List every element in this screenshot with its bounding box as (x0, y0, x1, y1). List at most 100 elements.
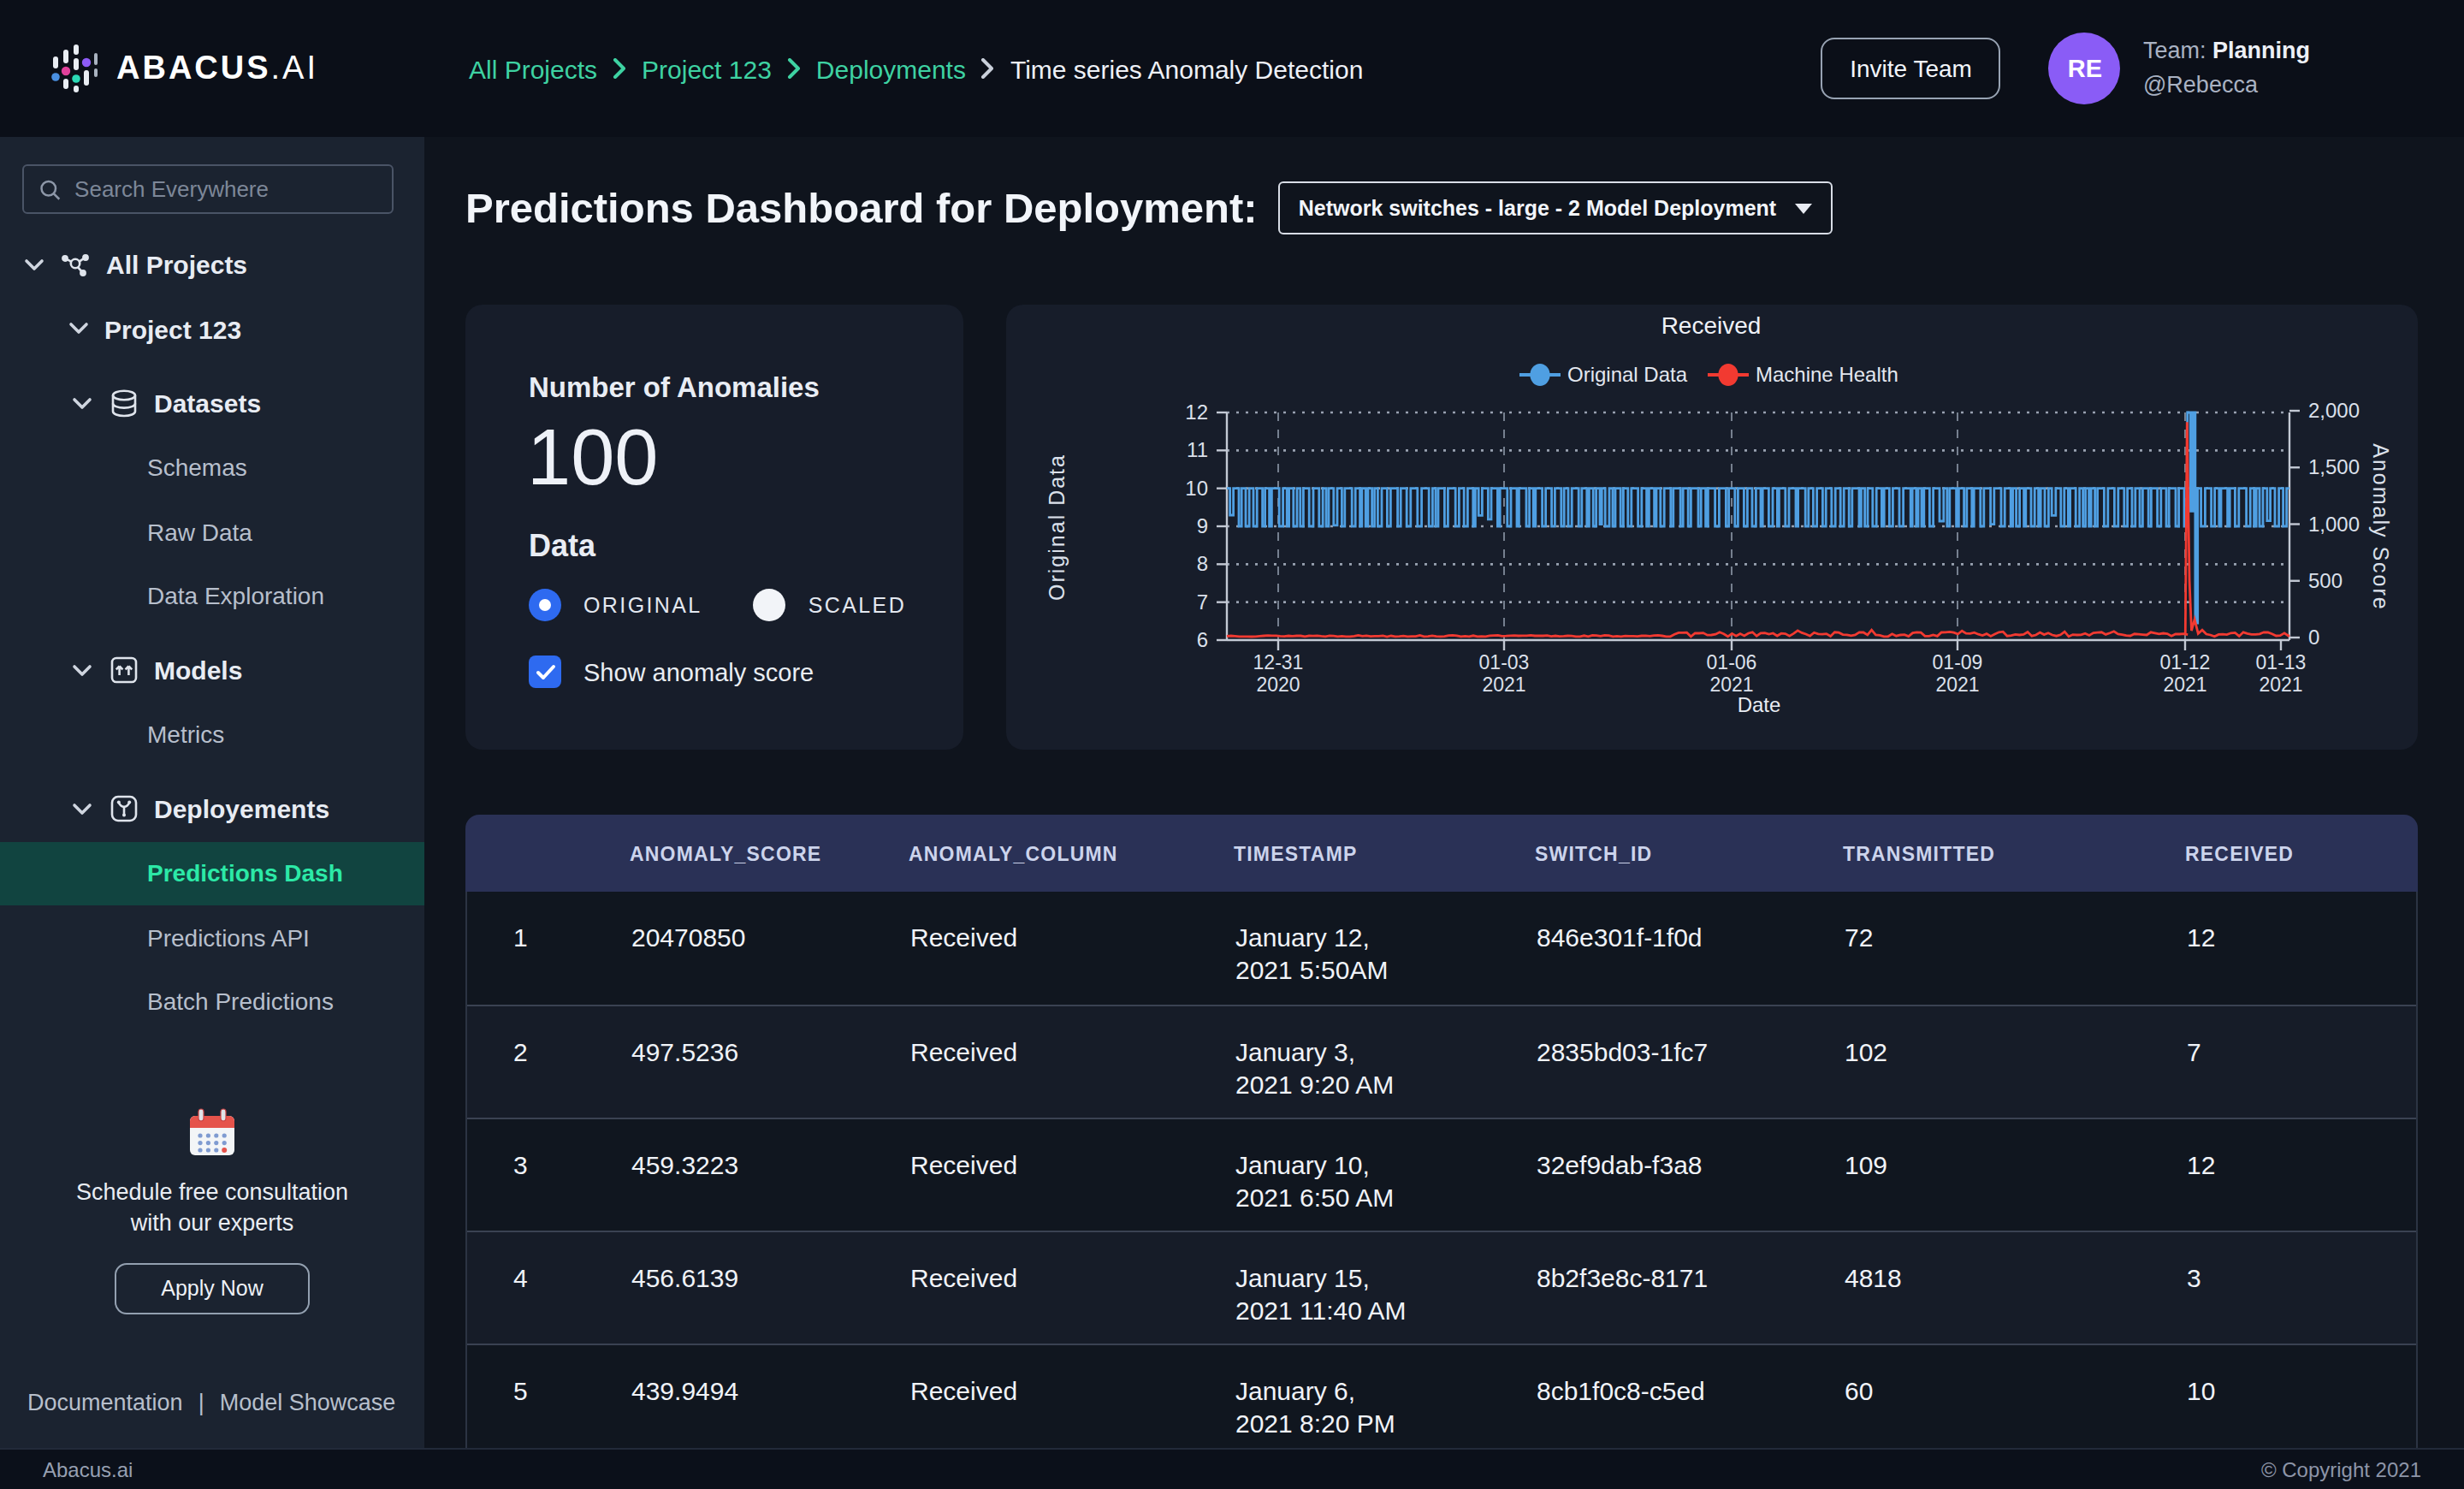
sidebar-item-metrics[interactable]: Metrics (0, 703, 424, 767)
table-body: 120470850ReceivedJanuary 12,2021 5:50AM8… (465, 892, 2418, 1448)
breadcrumb-item-time-series-anomaly-detection: Time series Anomaly Detection (1010, 54, 1363, 83)
svg-text:Received: Received (1661, 312, 1762, 339)
sidebar-item-project-123[interactable]: Project 123 (0, 297, 424, 361)
consultation-text: Schedule free consultation with our expe… (0, 1178, 424, 1240)
links-divider: | (198, 1390, 204, 1415)
cell-anomaly-column: Received (910, 1006, 1235, 1118)
datasets-icon (108, 389, 139, 419)
svg-text:01-03: 01-03 (1479, 651, 1530, 673)
svg-text:2021: 2021 (1482, 673, 1525, 696)
radio-original[interactable]: ORIGINAL (529, 589, 702, 621)
chart-card: 678910111205001,0001,5002,00012-31202001… (1006, 305, 2418, 750)
footer-copyright: © Copyright 2021 (2261, 1457, 2421, 1481)
svg-text:500: 500 (2308, 569, 2343, 592)
cell-timestamp: January 10,2021 6:50 AM (1235, 1119, 1537, 1231)
cell-received: 12 (2187, 892, 2420, 1005)
documentation-link[interactable]: Documentation (27, 1390, 183, 1415)
radio-scaled[interactable]: SCALED (754, 589, 906, 621)
anomalies-count: 100 (527, 411, 659, 503)
table-row: 3459.3223ReceivedJanuary 10,2021 6:50 AM… (467, 1118, 2416, 1231)
svg-text:Original Data: Original Data (1045, 454, 1069, 601)
chevron-down-icon (72, 803, 92, 816)
sidebar-item-all-projects[interactable]: All Projects (0, 233, 424, 297)
svg-text:01-12: 01-12 (2160, 651, 2211, 673)
svg-text:1,000: 1,000 (2308, 513, 2360, 536)
cell-switch-id: 32ef9dab-f3a8 (1537, 1119, 1845, 1231)
sidebar-item-predictions-api[interactable]: Predictions API (0, 905, 424, 970)
table-row: 4456.6139ReceivedJanuary 15,2021 11:40 A… (467, 1231, 2416, 1344)
cards-row: Number of Anomalies 100 Data ORIGINALSCA… (465, 305, 2418, 750)
cell-anomaly-column: Received (910, 892, 1235, 1005)
invite-team-button[interactable]: Invite Team (1821, 38, 2001, 99)
predictions-table: ANOMALY_SCOREANOMALY_COLUMNTIMESTAMPSWIT… (465, 815, 2418, 1448)
show-anomaly-score-checkbox[interactable]: Show anomaly score (529, 656, 814, 688)
cell-timestamp: January 3,2021 9:20 AM (1235, 1006, 1537, 1118)
column-header-transmitted: TRANSMITTED (1843, 843, 2185, 863)
svg-text:12-31: 12-31 (1253, 651, 1304, 673)
abacus-dashboard: ABACUS.AI All Projects Project 123 Deploym… (0, 0, 2464, 1489)
avatar[interactable]: RE (2049, 33, 2121, 104)
sidebar-item-label: Models (154, 656, 242, 685)
chevron-right-icon (787, 58, 801, 79)
svg-text:Original Data: Original Data (1567, 363, 1688, 386)
chevron-down-icon (68, 323, 89, 336)
sidebar-item-label: All Projects (106, 251, 247, 280)
cell-anomaly-score: 456.6139 (631, 1232, 910, 1344)
calendar-icon (185, 1106, 240, 1160)
sidebar-item-schemas[interactable]: Schemas (0, 436, 424, 500)
svg-text:2021: 2021 (1935, 673, 1979, 696)
sidebar-item-raw-data[interactable]: Raw Data (0, 500, 424, 564)
radio-label: SCALED (808, 593, 906, 617)
sidebar-item-datasets[interactable]: Datasets (0, 371, 424, 436)
radio-label: ORIGINAL (583, 593, 702, 617)
search-input[interactable] (74, 176, 376, 202)
anomaly-chart[interactable]: 678910111205001,0001,5002,00012-31202001… (1006, 305, 2418, 750)
svg-text:Machine Health: Machine Health (1756, 363, 1898, 386)
cell-anomaly-score: 439.9494 (631, 1345, 910, 1448)
cell-timestamp: January 15,2021 11:40 AM (1235, 1232, 1537, 1344)
breadcrumb-item-all-projects[interactable]: All Projects (469, 54, 597, 83)
breadcrumb-item-project-123[interactable]: Project 123 (642, 54, 772, 83)
model-showcase-link[interactable]: Model Showcase (220, 1390, 396, 1415)
row-index: 2 (467, 1006, 631, 1118)
cell-anomaly-column: Received (910, 1345, 1235, 1448)
abacus-logo[interactable]: ABACUS.AI (0, 43, 424, 94)
svg-text:01-09: 01-09 (1933, 651, 1983, 673)
svg-text:Date: Date (1738, 693, 1781, 716)
svg-text:2,000: 2,000 (2308, 399, 2360, 422)
sidebar-item-predictions-dash[interactable]: Predictions Dash (0, 841, 424, 905)
svg-text:10: 10 (1185, 477, 1208, 500)
models-icon (108, 656, 139, 685)
deployment-dropdown[interactable]: Network switches - large - 2 Model Deplo… (1278, 181, 1833, 234)
sidebar-item-data-exploration[interactable]: Data Exploration (0, 564, 424, 628)
svg-text:1,500: 1,500 (2308, 455, 2360, 478)
sidebar-item-label: Batch Predictions (147, 988, 334, 1016)
sidebar-footer-links: Documentation | Model Showcase (27, 1390, 395, 1415)
abacus-logo-icon (51, 43, 98, 94)
column-header-switch_id: SWITCH_ID (1535, 843, 1843, 863)
cell-anomaly-score: 497.5236 (631, 1006, 910, 1118)
row-index: 5 (467, 1345, 631, 1448)
sidebar-item-batch-predictions[interactable]: Batch Predictions (0, 970, 424, 1034)
sidebar-item-models[interactable]: Models (0, 638, 424, 703)
cell-received: 12 (2187, 1119, 2420, 1231)
chevron-down-icon (72, 664, 92, 678)
cell-anomaly-column: Received (910, 1232, 1235, 1344)
svg-text:11: 11 (1187, 438, 1208, 461)
svg-text:12: 12 (1185, 400, 1208, 424)
search-box[interactable] (22, 164, 394, 214)
cell-switch-id: 8cb1f0c8-c5ed (1537, 1345, 1845, 1448)
app-header: ABACUS.AI All Projects Project 123 Deploym… (0, 0, 2464, 137)
search-icon (39, 177, 61, 201)
footer-brand[interactable]: Abacus.ai (43, 1457, 133, 1481)
projects-icon (60, 250, 91, 281)
sidebar: All Projects Project 123 Datasets SchemasRa… (0, 137, 424, 1448)
cell-transmitted: 4818 (1845, 1232, 2187, 1344)
cell-transmitted: 72 (1845, 892, 2187, 1005)
apply-now-button[interactable]: Apply Now (115, 1264, 310, 1315)
column-header-timestamp: TIMESTAMP (1234, 843, 1535, 863)
sidebar-item-label: Datasets (154, 389, 261, 418)
sidebar-item-deployements[interactable]: Deployements (0, 777, 424, 841)
header-right: Invite Team RE Team: Planning @Rebecca (1821, 33, 2464, 104)
breadcrumb-item-deployments[interactable]: Deployments (816, 54, 966, 83)
